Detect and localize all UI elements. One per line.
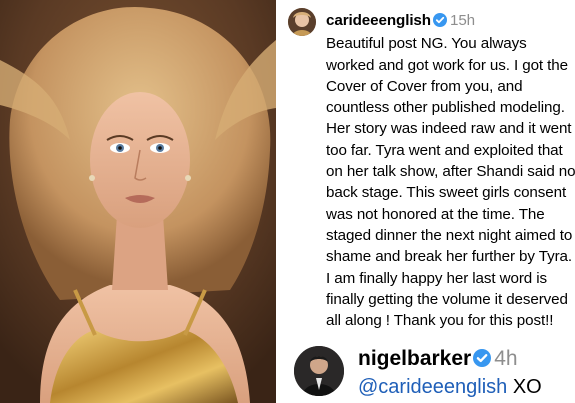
screenshot: carideeenglish 15h Beautiful post NG. You… <box>0 0 575 403</box>
comments-panel: carideeenglish 15h Beautiful post NG. You… <box>276 0 575 403</box>
comment-username[interactable]: nigelbarker <box>358 347 471 370</box>
avatar-image <box>288 8 316 36</box>
avatar[interactable] <box>294 346 344 396</box>
comment-timestamp[interactable]: 15h <box>450 12 475 29</box>
comment-text: Beautiful post NG. You always worked and… <box>326 35 575 330</box>
comment-text: XO <box>507 376 542 398</box>
verified-badge-icon <box>432 12 447 33</box>
comment-body: @carideeenglish XO <box>358 374 542 400</box>
post-photo[interactable] <box>0 0 276 403</box>
avatar[interactable] <box>288 8 316 36</box>
avatar-image <box>294 346 344 396</box>
comment-timestamp[interactable]: 4h <box>494 347 517 370</box>
mention-link[interactable]: @carideeenglish <box>358 376 507 398</box>
model-portrait-image <box>0 0 276 403</box>
comment-username[interactable]: carideeenglish <box>326 12 431 29</box>
comment-header: nigelbarker 4h <box>358 346 518 374</box>
comment-body: carideeenglish 15h Beautiful post NG. You… <box>326 10 575 331</box>
verified-badge-icon <box>473 348 492 374</box>
